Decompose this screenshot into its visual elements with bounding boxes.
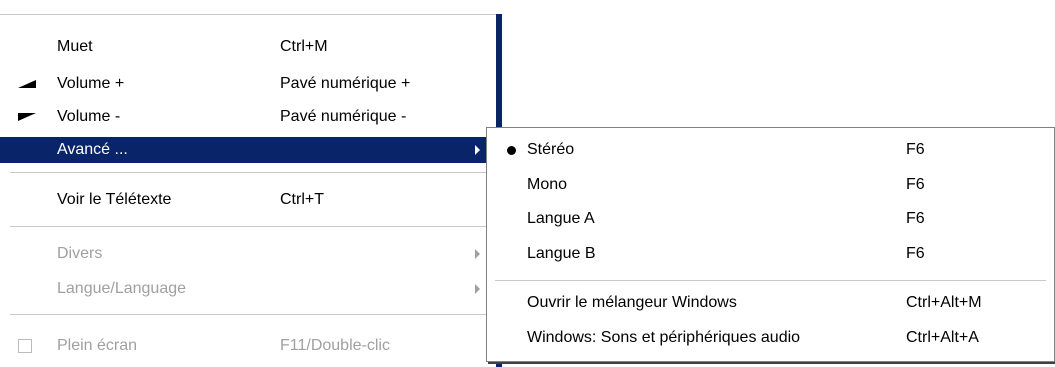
menu-item-volume-down[interactable]: Volume - Pavé numérique - xyxy=(0,104,496,130)
submenu-separator xyxy=(495,280,1046,281)
menu-item-label: Volume - xyxy=(57,108,121,125)
menu-item-shortcut: Ctrl+M xyxy=(280,38,328,55)
menu-item-shortcut: Pavé numérique + xyxy=(280,75,411,92)
menu-item-shortcut: Ctrl+T xyxy=(280,191,324,208)
menu-item-volume-up[interactable]: Volume + Pavé numérique + xyxy=(0,71,496,97)
menu-item-shortcut: Pavé numérique - xyxy=(280,108,407,125)
menu-item-avance[interactable]: Avancé ... xyxy=(0,137,496,163)
submenu-item-label: Langue B xyxy=(527,245,596,262)
menu-separator xyxy=(10,314,490,316)
menu-item-label: Divers xyxy=(57,245,103,262)
submenu-item-shortcut: Ctrl+Alt+M xyxy=(906,294,982,311)
menu-item-divers[interactable]: Divers xyxy=(0,241,496,267)
submenu-arrow-icon xyxy=(475,249,480,259)
submenu-arrow-icon xyxy=(475,145,480,155)
menu-item-label: Langue/Language xyxy=(57,280,187,297)
submenu-item-melangeur[interactable]: Ouvrir le mélangeur Windows Ctrl+Alt+M xyxy=(487,286,1054,320)
submenu-item-langue-a[interactable]: Langue A F6 xyxy=(487,202,1054,236)
menu-item-label: Avancé ... xyxy=(57,141,128,158)
checkbox-icon xyxy=(18,339,32,353)
submenu-item-label: Ouvrir le mélangeur Windows xyxy=(527,294,737,311)
submenu-item-label: Langue A xyxy=(527,210,595,227)
menu-item-shortcut: F11/Double-clic xyxy=(280,337,390,354)
volume-up-icon xyxy=(18,80,36,88)
menu-item-label: Volume + xyxy=(57,75,125,92)
submenu-item-shortcut: F6 xyxy=(906,245,925,262)
submenu-item-label: Windows: Sons et périphériques audio xyxy=(527,329,801,346)
submenu-item-mono[interactable]: Mono F6 xyxy=(487,168,1054,202)
submenu-item-shortcut: F6 xyxy=(906,176,925,193)
radio-bullet-icon xyxy=(507,146,516,155)
menu-item-label: Voir le Télétexte xyxy=(57,191,172,208)
menu-item-langue[interactable]: Langue/Language xyxy=(0,276,496,302)
menu-top-border xyxy=(0,14,496,15)
menu-item-muet[interactable]: Muet Ctrl+M xyxy=(0,34,496,60)
submenu-arrow-icon xyxy=(475,284,480,294)
submenu-item-langue-b[interactable]: Langue B F6 xyxy=(487,237,1054,271)
submenu-item-stereo[interactable]: Stéréo F6 xyxy=(487,133,1054,167)
menu-item-plein-ecran[interactable]: Plein écran F11/Double-clic xyxy=(0,333,496,359)
submenu-item-label: Mono xyxy=(527,176,568,193)
menu-separator xyxy=(10,172,490,174)
submenu-item-sons[interactable]: Windows: Sons et périphériques audio Ctr… xyxy=(487,321,1054,355)
context-menu: Muet Ctrl+M Volume + Pavé numérique + Vo… xyxy=(0,0,496,367)
submenu-item-shortcut: Ctrl+Alt+A xyxy=(906,329,979,346)
volume-down-icon xyxy=(18,113,36,121)
submenu-item-label: Stéréo xyxy=(527,141,575,158)
menu-item-teletexte[interactable]: Voir le Télétexte Ctrl+T xyxy=(0,187,496,213)
submenu-avance: Stéréo F6 Mono F6 Langue A F6 Langue B F… xyxy=(486,127,1055,362)
menu-separator xyxy=(10,226,490,228)
menu-item-label: Plein écran xyxy=(57,337,138,354)
submenu-item-shortcut: F6 xyxy=(906,210,925,227)
menu-item-label: Muet xyxy=(57,38,93,55)
submenu-item-shortcut: F6 xyxy=(906,141,925,158)
